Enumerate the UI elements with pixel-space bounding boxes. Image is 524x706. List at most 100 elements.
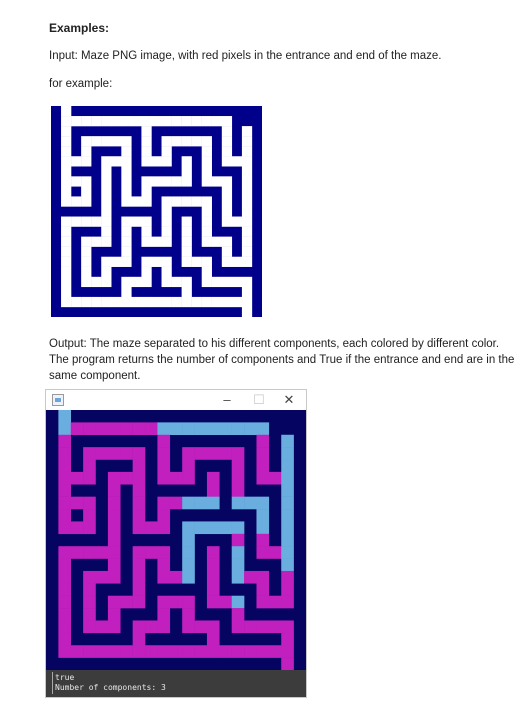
maze-path-cell bbox=[81, 176, 92, 187]
maze-path-cell bbox=[244, 620, 257, 634]
maze-path-cell bbox=[61, 246, 72, 257]
maze-path-cell bbox=[241, 256, 253, 267]
maze-path-cell bbox=[157, 608, 171, 621]
maze-path-cell bbox=[211, 296, 223, 308]
maze-path-cell bbox=[201, 116, 212, 127]
maze-path-cell bbox=[169, 422, 183, 436]
maze-path-cell bbox=[81, 276, 92, 288]
maze-path-cell bbox=[83, 509, 96, 522]
maze-path-cell bbox=[145, 422, 158, 436]
maze-path-cell bbox=[161, 276, 172, 288]
maze-path-cell bbox=[131, 216, 142, 227]
maze-path-cell bbox=[181, 156, 192, 167]
maze-path-cell bbox=[81, 216, 92, 227]
maze-path-cell bbox=[181, 166, 192, 177]
maze-path-cell bbox=[182, 570, 195, 584]
maze-path-cell bbox=[182, 459, 195, 473]
maze-path-cell bbox=[70, 546, 84, 559]
maze-path-cell bbox=[182, 422, 195, 436]
maze-path-cell bbox=[181, 196, 192, 207]
maze-path-cell bbox=[141, 146, 152, 157]
maze-path-cell bbox=[83, 496, 96, 510]
maze-path-cell bbox=[61, 286, 72, 298]
maze-path-cell bbox=[161, 146, 172, 157]
maze-path-cell bbox=[58, 608, 72, 621]
maze-path-cell bbox=[256, 459, 270, 473]
maze-path-cell bbox=[95, 546, 109, 559]
maze-path-cell bbox=[171, 176, 182, 187]
maze-path-cell bbox=[281, 533, 294, 547]
maze-path-cell bbox=[244, 645, 257, 658]
maze-path-cell bbox=[244, 422, 257, 436]
maze-path-cell bbox=[70, 521, 84, 535]
maze-path-cell bbox=[182, 620, 195, 634]
maze-path-cell bbox=[221, 206, 233, 217]
maze-path-cell bbox=[241, 186, 253, 197]
maze-path-cell bbox=[157, 509, 171, 522]
maximize-button[interactable]: ☐ bbox=[246, 391, 272, 409]
window-titlebar[interactable]: – ☐ ✕ bbox=[46, 390, 306, 410]
maze-path-cell bbox=[231, 496, 245, 510]
maze-path-cell bbox=[281, 509, 294, 522]
maze-path-cell bbox=[58, 570, 72, 584]
maze-path-cell bbox=[71, 176, 82, 187]
maze-path-cell bbox=[101, 216, 112, 227]
maze-path-cell bbox=[101, 276, 112, 288]
maze-path-cell bbox=[58, 447, 72, 460]
maze-path-cell bbox=[58, 521, 72, 535]
maze-path-cell bbox=[231, 471, 245, 485]
maze-path-cell bbox=[132, 558, 146, 572]
maze-path-cell bbox=[101, 116, 112, 127]
maze-path-cell bbox=[281, 459, 294, 473]
maze-path-cell bbox=[58, 509, 72, 522]
minimize-button[interactable]: – bbox=[214, 391, 240, 409]
maze-path-cell bbox=[141, 276, 152, 288]
maze-path-cell bbox=[268, 620, 282, 634]
maze-path-cell bbox=[268, 645, 282, 658]
maze-path-cell bbox=[141, 136, 152, 147]
maze-path-cell bbox=[161, 256, 172, 267]
maze-path-cell bbox=[101, 156, 112, 167]
console-output: true Number of components: 3 bbox=[46, 670, 306, 697]
maze-path-cell bbox=[231, 296, 243, 308]
maze-path-cell bbox=[221, 216, 233, 227]
maze-path-cell bbox=[206, 632, 220, 646]
maze-path-cell bbox=[121, 196, 132, 207]
maze-path-cell bbox=[121, 166, 132, 177]
maze-path-cell bbox=[157, 595, 171, 609]
maze-path-cell bbox=[241, 246, 253, 257]
maze-path-cell bbox=[194, 447, 208, 460]
maze-path-cell bbox=[61, 126, 72, 137]
maze-path-cell bbox=[281, 583, 294, 596]
maze-path-cell bbox=[206, 645, 220, 658]
output-description: Output: The maze separated to his differ… bbox=[49, 338, 515, 382]
maze-path-cell bbox=[141, 126, 152, 137]
maze-path-cell bbox=[83, 620, 96, 634]
maze-path-cell bbox=[241, 206, 253, 217]
maze-path-cell bbox=[83, 459, 96, 473]
maze-path-cell bbox=[61, 216, 72, 227]
maze-path-cell bbox=[141, 266, 152, 278]
maze-path-cell bbox=[132, 583, 146, 596]
maze-path-cell bbox=[61, 136, 72, 147]
maze-path-cell bbox=[83, 595, 96, 609]
maze-path-cell bbox=[107, 620, 121, 634]
maze-path-cell bbox=[121, 286, 132, 298]
maze-path-cell bbox=[107, 570, 121, 584]
maze-path-cell bbox=[231, 447, 245, 460]
maze-path-cell bbox=[111, 116, 122, 127]
maze-path-cell bbox=[121, 136, 132, 147]
maze-path-cell bbox=[91, 136, 102, 147]
maze-path-cell bbox=[157, 558, 171, 572]
close-button[interactable]: ✕ bbox=[276, 391, 302, 409]
maze-path-cell bbox=[58, 595, 72, 609]
maze-path-cell bbox=[83, 645, 96, 658]
output-maze-components bbox=[46, 410, 306, 670]
maze-path-cell bbox=[182, 533, 195, 547]
maze-path-cell bbox=[256, 496, 270, 510]
maze-path-cell bbox=[206, 471, 220, 485]
maze-path-cell bbox=[61, 196, 72, 207]
maze-path-cell bbox=[221, 196, 233, 207]
maze-path-cell bbox=[107, 496, 121, 510]
maze-path-cell bbox=[131, 196, 142, 207]
